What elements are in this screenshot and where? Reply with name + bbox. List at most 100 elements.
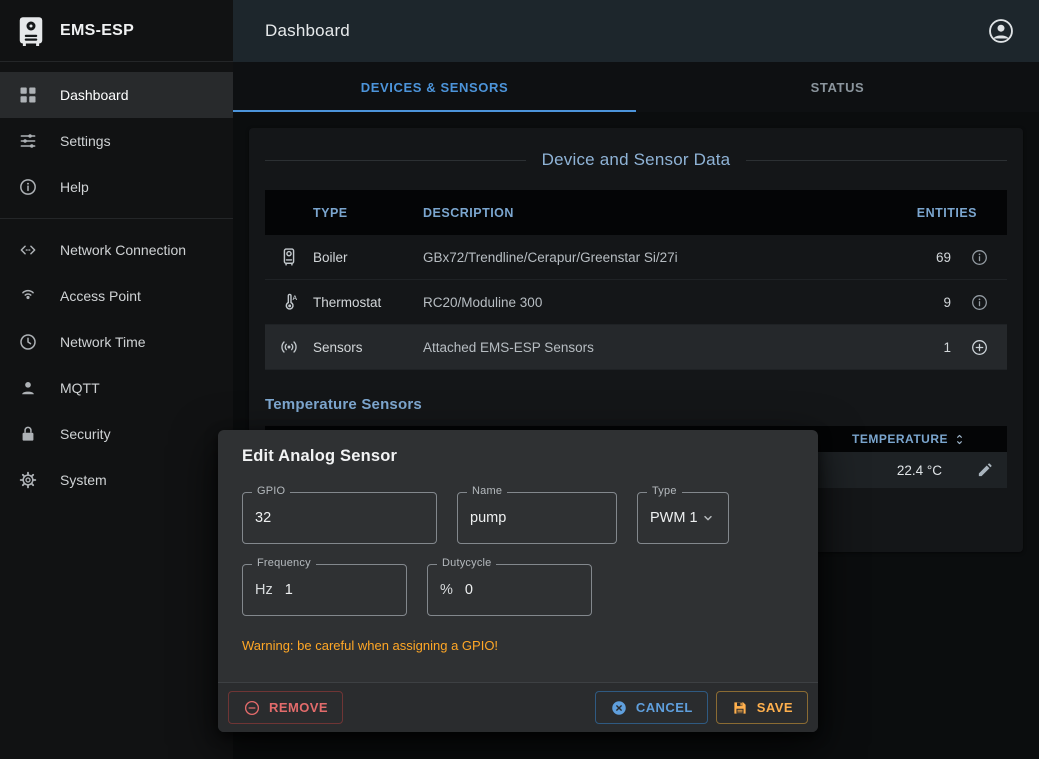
device-type: Thermostat: [313, 295, 423, 310]
sidebar-item-security[interactable]: Security: [0, 411, 233, 457]
column-label: TEMPERATURE: [852, 432, 948, 446]
device-entities: 69: [887, 250, 951, 265]
sensors-icon: [265, 337, 313, 357]
temperature-value: 22.4 °C: [897, 463, 942, 478]
device-table: TYPE DESCRIPTION ENTITIES Boiler GBx72/T…: [265, 190, 1007, 370]
col-type: TYPE: [313, 206, 423, 220]
dashboard-icon: [18, 85, 38, 105]
sidebar-item-label: Network Connection: [60, 242, 186, 258]
sidebar-item-system[interactable]: System: [0, 457, 233, 503]
dialog-fields-row-2: Frequency Hz Dutycycle %: [242, 564, 794, 616]
device-type: Boiler: [313, 250, 423, 265]
info-icon[interactable]: [951, 248, 1007, 267]
lock-icon: [18, 424, 38, 444]
frequency-field[interactable]: Frequency Hz: [242, 564, 407, 616]
tab-status[interactable]: STATUS: [636, 62, 1039, 112]
device-entities: 9: [887, 295, 951, 310]
clock-icon: [18, 332, 38, 352]
info-icon: [18, 177, 38, 197]
tab-bar: DEVICES & SENSORS STATUS: [233, 62, 1039, 112]
ems-esp-logo-icon: [16, 16, 46, 46]
type-select[interactable]: Type PWM 1: [637, 492, 729, 544]
save-label: SAVE: [757, 700, 793, 715]
section-title-divider: Device and Sensor Data: [265, 148, 1007, 172]
device-description: RC20/Moduline 300: [423, 295, 887, 310]
dialog-actions: REMOVE CANCEL SAVE: [218, 682, 818, 732]
app-root: EMS-ESP Dashboard Settings Help Network …: [0, 0, 1039, 759]
sidebar-divider: [0, 218, 233, 219]
dutycycle-unit: %: [440, 582, 453, 598]
table-row-boiler[interactable]: Boiler GBx72/Trendline/Cerapur/Greenstar…: [265, 235, 1007, 280]
name-input[interactable]: [470, 510, 604, 526]
table-row-sensors[interactable]: Sensors Attached EMS-ESP Sensors 1: [265, 325, 1007, 370]
device-type: Sensors: [313, 340, 423, 355]
boiler-icon: [265, 247, 313, 267]
sidebar-nav: Dashboard Settings Help Network Connecti…: [0, 62, 233, 503]
device-description: Attached EMS-ESP Sensors: [423, 340, 887, 355]
col-entities: ENTITIES: [857, 206, 1007, 220]
edit-pencil-icon[interactable]: [976, 462, 993, 479]
sidebar-item-settings[interactable]: Settings: [0, 118, 233, 164]
dutycycle-input[interactable]: [465, 582, 579, 598]
sidebar-item-label: Settings: [60, 133, 111, 149]
gpio-label: GPIO: [252, 485, 290, 497]
dialog-fields-row-1: GPIO Name Type PWM 1: [242, 492, 794, 544]
dialog-title: Edit Analog Sensor: [218, 430, 818, 476]
tab-devices-sensors[interactable]: DEVICES & SENSORS: [233, 62, 636, 112]
save-button[interactable]: SAVE: [716, 691, 808, 724]
tune-icon: [18, 131, 38, 151]
tab-label: DEVICES & SENSORS: [361, 80, 508, 95]
sidebar-item-help[interactable]: Help: [0, 164, 233, 210]
name-label: Name: [467, 485, 507, 497]
section-title: Device and Sensor Data: [542, 150, 731, 170]
sidebar-item-label: System: [60, 472, 107, 488]
gpio-field[interactable]: GPIO: [242, 492, 437, 544]
access-point-icon: [18, 286, 38, 306]
network-connection-icon: [18, 240, 38, 260]
sidebar-item-access-point[interactable]: Access Point: [0, 273, 233, 319]
dutycycle-field[interactable]: Dutycycle %: [427, 564, 592, 616]
col-description: DESCRIPTION: [423, 206, 857, 220]
type-value: PWM 1: [650, 510, 698, 526]
gpio-input[interactable]: [255, 510, 424, 526]
temperature-sensors-title: Temperature Sensors: [265, 396, 1007, 416]
sidebar-item-label: Access Point: [60, 288, 141, 304]
type-label: Type: [647, 485, 682, 497]
sidebar-item-network-connection[interactable]: Network Connection: [0, 227, 233, 273]
save-floppy-icon: [731, 699, 749, 717]
name-field[interactable]: Name: [457, 492, 617, 544]
edit-analog-sensor-dialog: Edit Analog Sensor GPIO Name Type PWM 1 …: [218, 430, 818, 732]
frequency-input[interactable]: [285, 582, 394, 598]
appbar: Dashboard: [233, 0, 1039, 62]
sidebar-item-network-time[interactable]: Network Time: [0, 319, 233, 365]
sidebar-header: EMS-ESP: [0, 0, 233, 62]
device-table-header: TYPE DESCRIPTION ENTITIES: [265, 190, 1007, 235]
sidebar: EMS-ESP Dashboard Settings Help Network …: [0, 0, 233, 759]
frequency-label: Frequency: [252, 557, 316, 569]
sort-icon: [952, 432, 967, 447]
person-icon: [18, 378, 38, 398]
sidebar-item-label: MQTT: [60, 380, 100, 396]
sidebar-item-label: Network Time: [60, 334, 146, 350]
cancel-button[interactable]: CANCEL: [595, 691, 708, 724]
sidebar-item-dashboard[interactable]: Dashboard: [0, 72, 233, 118]
gear-icon: [18, 470, 38, 490]
info-icon[interactable]: [951, 293, 1007, 312]
sidebar-item-label: Security: [60, 426, 111, 442]
gpio-warning-text: Warning: be careful when assigning a GPI…: [242, 638, 794, 653]
table-row-thermostat[interactable]: A Thermostat RC20/Moduline 300 9: [265, 280, 1007, 325]
thermostat-icon: A: [265, 292, 313, 312]
sidebar-item-label: Help: [60, 179, 89, 195]
device-description: GBx72/Trendline/Cerapur/Greenstar Si/27i: [423, 250, 887, 265]
remove-circle-icon: [243, 699, 261, 717]
account-circle-icon[interactable]: [987, 17, 1015, 45]
cancel-circle-icon: [610, 699, 628, 717]
page-title: Dashboard: [265, 21, 987, 41]
sidebar-item-label: Dashboard: [60, 87, 129, 103]
add-circle-icon[interactable]: [951, 338, 1007, 357]
remove-button[interactable]: REMOVE: [228, 691, 343, 724]
dutycycle-label: Dutycycle: [437, 557, 496, 569]
sidebar-item-mqtt[interactable]: MQTT: [0, 365, 233, 411]
app-title: EMS-ESP: [60, 22, 134, 40]
remove-label: REMOVE: [269, 700, 328, 715]
